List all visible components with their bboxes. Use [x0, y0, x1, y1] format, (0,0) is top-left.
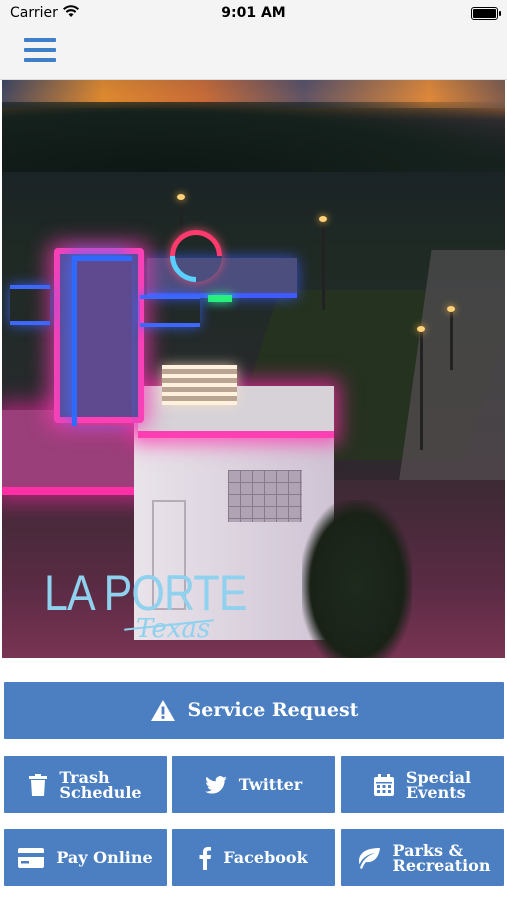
la-porte-logo: LA PORTE Texas — [44, 565, 280, 644]
hamburger-menu-icon[interactable] — [24, 38, 56, 66]
service-request-button[interactable]: Service Request — [4, 682, 504, 739]
service-request-label: Service Request — [187, 699, 359, 721]
parks-recreation-label-line2: Recreation — [392, 855, 491, 875]
logo-subtitle: Texas — [136, 614, 211, 644]
twitter-icon — [204, 775, 227, 794]
facebook-label: Facebook — [223, 847, 308, 867]
logo-title: LA PORTE — [44, 565, 248, 621]
status-bar: Carrier 9:01 AM — [0, 0, 507, 28]
pay-online-button[interactable]: Pay Online — [4, 829, 167, 886]
credit-card-icon — [18, 847, 45, 868]
navigation-bar — [0, 28, 507, 80]
trash-icon — [29, 773, 48, 796]
battery-icon — [471, 7, 501, 20]
pay-online-label: Pay Online — [56, 847, 153, 867]
special-events-label-line2: Events — [405, 782, 466, 802]
trash-schedule-label-line2: Schedule — [59, 782, 142, 802]
hero-image: LA PORTE Texas — [2, 80, 505, 658]
calendar-icon — [373, 773, 394, 796]
special-events-button[interactable]: Special Events — [341, 756, 504, 813]
facebook-icon — [199, 846, 212, 870]
trash-schedule-button[interactable]: Trash Schedule — [4, 756, 167, 813]
leaf-icon — [355, 847, 381, 869]
facebook-button[interactable]: Facebook — [172, 829, 335, 886]
twitter-button[interactable]: Twitter — [172, 756, 335, 813]
clock: 9:01 AM — [221, 5, 286, 21]
twitter-label: Twitter — [238, 774, 303, 794]
warning-triangle-icon — [150, 699, 176, 722]
parks-recreation-button[interactable]: Parks & Recreation — [341, 829, 504, 886]
